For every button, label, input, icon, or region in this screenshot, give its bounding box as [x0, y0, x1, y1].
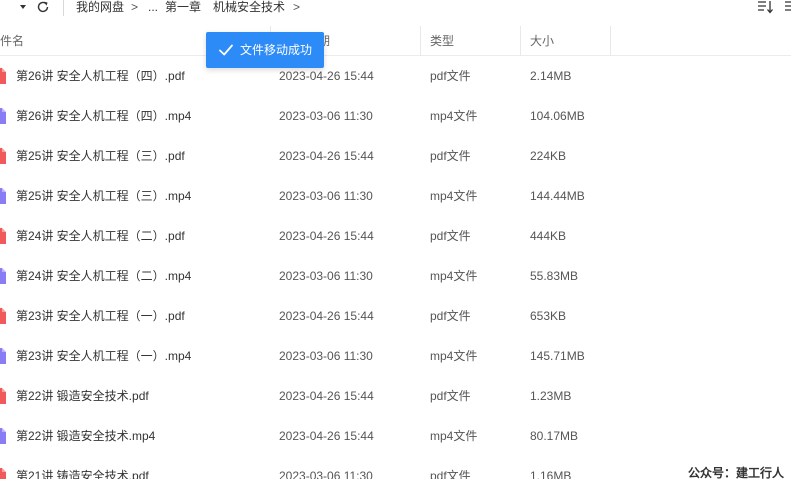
file-name[interactable]: 第24讲 安全人机工程（二）.pdf [16, 216, 185, 256]
file-row[interactable]: 第24讲 安全人机工程（二）.pdf 2023-04-26 15:44 pdf文… [0, 216, 791, 256]
toolbar-divider [63, 0, 64, 16]
breadcrumb-separator: > [293, 0, 301, 14]
file-name[interactable]: 第26讲 安全人机工程（四）.pdf [16, 56, 185, 96]
file-type: pdf文件 [430, 469, 471, 479]
column-header-type[interactable]: 类型 [430, 26, 454, 56]
file-row[interactable]: 第21讲 铸造安全技术.pdf 2023-03-06 11:30 pdf文件 1… [0, 456, 791, 479]
column-divider[interactable] [420, 26, 421, 56]
file-row[interactable]: 第22讲 锻造安全技术.pdf 2023-04-26 15:44 pdf文件 1… [0, 376, 791, 416]
file-type: mp4文件 [430, 189, 478, 203]
breadcrumb-root[interactable]: 我的网盘 [76, 0, 124, 14]
file-list-header: 文件名 期 类型 大小 [0, 26, 791, 56]
video-file-icon [0, 428, 6, 444]
file-size: 104.06MB [530, 109, 585, 123]
column-header-name[interactable]: 文件名 [0, 26, 24, 56]
file-size: 80.17MB [530, 429, 579, 443]
file-type: pdf文件 [430, 69, 471, 83]
file-type: pdf文件 [430, 389, 471, 403]
sort-icon[interactable] [757, 0, 773, 14]
file-row[interactable]: 第24讲 安全人机工程（二）.mp4 2023-03-06 11:30 mp4文… [0, 256, 791, 296]
file-type: pdf文件 [430, 309, 471, 323]
file-type: pdf文件 [430, 229, 471, 243]
file-date: 2023-04-26 15:44 [279, 149, 374, 163]
success-toast: 文件移动成功 [206, 32, 324, 68]
pdf-file-icon [0, 228, 6, 244]
breadcrumb-ellipsis[interactable]: ... [148, 0, 158, 14]
file-row[interactable]: 第23讲 安全人机工程（一）.pdf 2023-04-26 15:44 pdf文… [0, 296, 791, 336]
file-name[interactable]: 第26讲 安全人机工程（四）.mp4 [16, 96, 191, 136]
column-divider[interactable] [520, 26, 521, 56]
file-name[interactable]: 第21讲 铸造安全技术.pdf [16, 456, 149, 479]
file-date: 2023-03-06 11:30 [279, 349, 373, 363]
file-type: mp4文件 [430, 349, 478, 363]
file-date: 2023-03-06 11:30 [279, 469, 373, 479]
file-size: 2.14MB [530, 69, 572, 83]
pdf-file-icon [0, 468, 6, 479]
pdf-file-icon [0, 388, 6, 404]
check-icon [219, 44, 233, 56]
breadcrumb-item-chapter[interactable]: 第一章 [165, 0, 201, 14]
file-row[interactable]: 第22讲 锻造安全技术.mp4 2023-04-26 15:44 mp4文件 8… [0, 416, 791, 456]
file-size: 145.71MB [530, 349, 585, 363]
pdf-file-icon [0, 148, 6, 164]
file-row[interactable]: 第25讲 安全人机工程（三）.pdf 2023-04-26 15:44 pdf文… [0, 136, 791, 176]
column-divider[interactable] [610, 26, 611, 56]
file-row[interactable]: 第26讲 安全人机工程（四）.mp4 2023-03-06 11:30 mp4文… [0, 96, 791, 136]
file-name[interactable]: 第25讲 安全人机工程（三）.mp4 [16, 176, 191, 216]
watermark-text: 公众号：建工行人 [688, 466, 785, 479]
file-size: 1.16MB [530, 469, 572, 479]
file-date: 2023-04-26 15:44 [279, 389, 374, 403]
file-row[interactable]: 第23讲 安全人机工程（一）.mp4 2023-03-06 11:30 mp4文… [0, 336, 791, 376]
file-date: 2023-04-26 15:44 [279, 229, 374, 243]
file-size: 55.83MB [530, 269, 579, 283]
video-file-icon [0, 108, 6, 124]
toast-message: 文件移动成功 [240, 43, 313, 57]
video-file-icon [0, 268, 6, 284]
file-name[interactable]: 第22讲 锻造安全技术.mp4 [16, 416, 155, 456]
video-file-icon [0, 188, 6, 204]
file-name[interactable]: 第25讲 安全人机工程（三）.pdf [16, 136, 185, 176]
file-size: 144.44MB [530, 189, 585, 203]
file-date: 2023-03-06 11:30 [279, 189, 373, 203]
column-header-size[interactable]: 大小 [530, 26, 554, 56]
video-file-icon [0, 348, 6, 364]
file-size: 1.23MB [530, 389, 572, 403]
dropdown-arrow-icon[interactable] [19, 3, 27, 11]
file-name[interactable]: 第22讲 锻造安全技术.pdf [16, 376, 149, 416]
refresh-icon[interactable] [36, 0, 50, 14]
pdf-file-icon [0, 68, 6, 84]
toolbar: 我的网盘 > ... 第一章 机械安全技术 > [0, 0, 791, 18]
file-type: mp4文件 [430, 109, 478, 123]
more-icon[interactable] [784, 0, 791, 14]
file-date: 2023-03-06 11:30 [279, 109, 373, 123]
breadcrumb-item-current[interactable]: 机械安全技术 [213, 0, 285, 14]
file-name[interactable]: 第23讲 安全人机工程（一）.mp4 [16, 336, 191, 376]
file-list: 第26讲 安全人机工程（四）.pdf 2023-04-26 15:44 pdf文… [0, 56, 791, 479]
breadcrumb-separator: > [131, 0, 139, 14]
file-date: 2023-04-26 15:44 [279, 309, 374, 323]
file-row[interactable]: 第25讲 安全人机工程（三）.mp4 2023-03-06 11:30 mp4文… [0, 176, 791, 216]
file-row[interactable]: 第26讲 安全人机工程（四）.pdf 2023-04-26 15:44 pdf文… [0, 56, 791, 96]
file-size: 444KB [530, 229, 567, 243]
file-size: 653KB [530, 309, 567, 323]
file-type: mp4文件 [430, 429, 478, 443]
file-name[interactable]: 第23讲 安全人机工程（一）.pdf [16, 296, 185, 336]
pdf-file-icon [0, 308, 6, 324]
file-size: 224KB [530, 149, 567, 163]
file-date: 2023-04-26 15:44 [279, 429, 374, 443]
file-type: pdf文件 [430, 149, 471, 163]
file-name[interactable]: 第24讲 安全人机工程（二）.mp4 [16, 256, 191, 296]
file-type: mp4文件 [430, 269, 478, 283]
file-date: 2023-03-06 11:30 [279, 269, 373, 283]
